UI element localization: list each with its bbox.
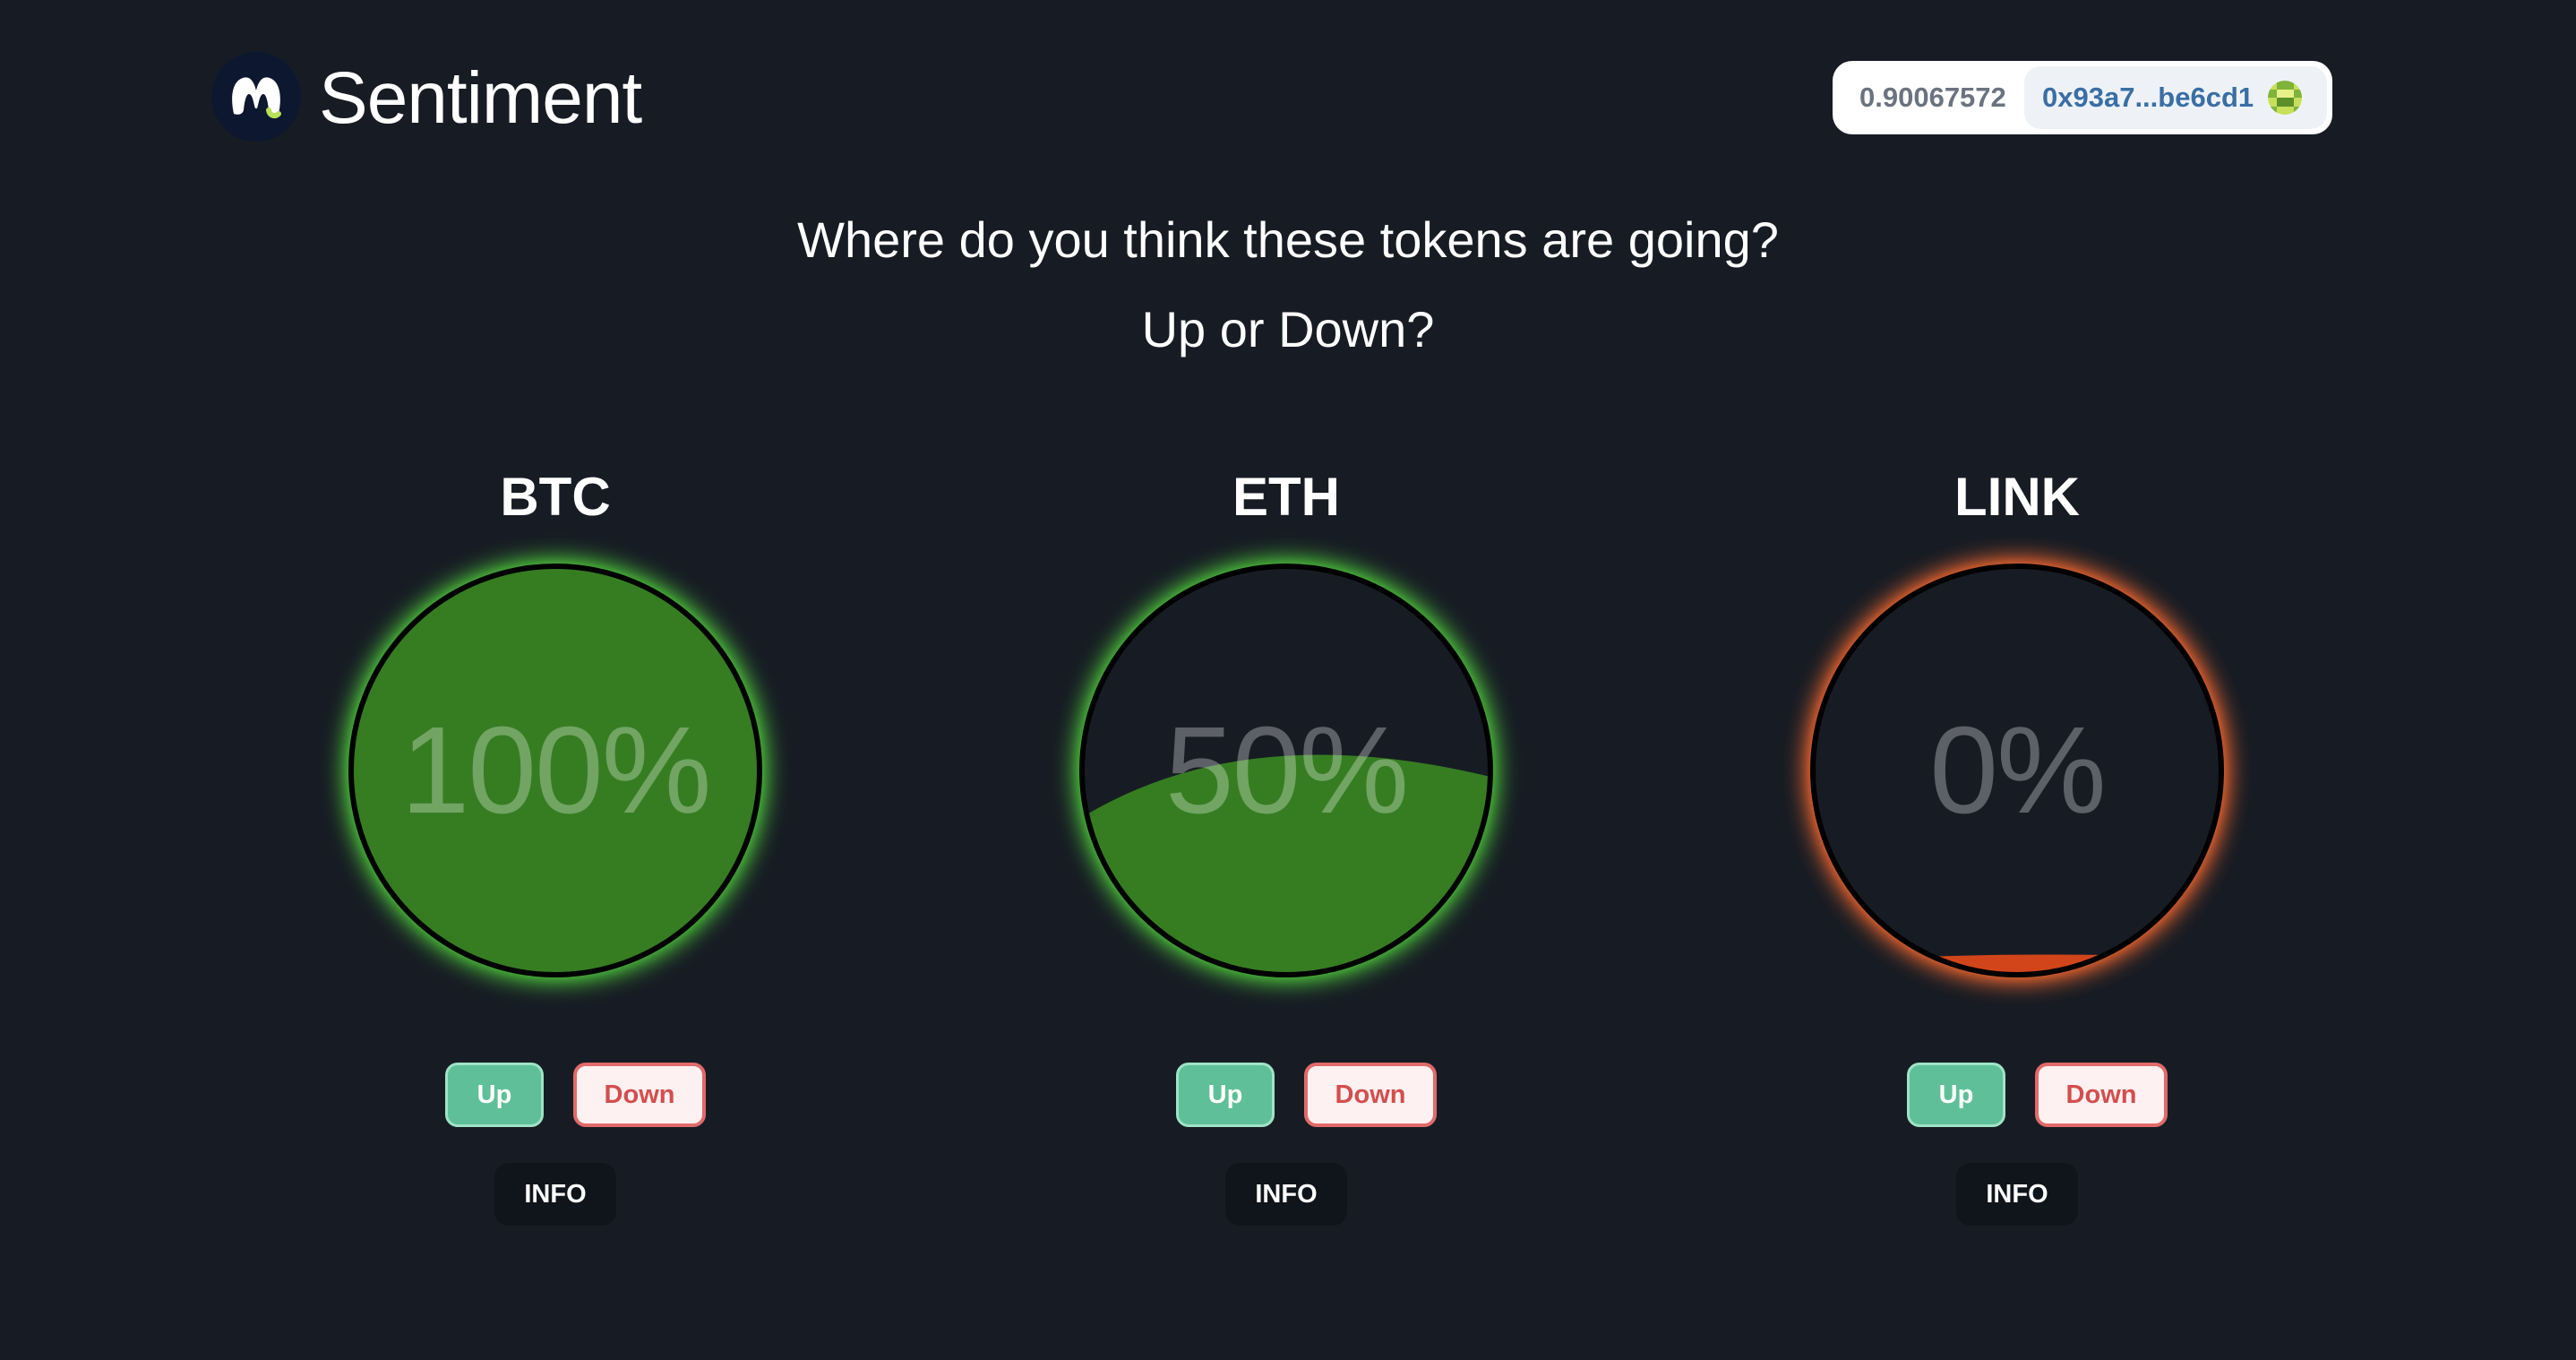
page-subheadline: Up or Down? — [1141, 301, 1435, 357]
info-button[interactable]: INFO — [1225, 1163, 1347, 1226]
header: Sentiment 0.90067572 0x93a7...be6cd1 — [0, 0, 2576, 197]
gauge-fill — [352, 567, 759, 974]
gauge-svg — [348, 564, 762, 977]
token-card-btc: BTC 100% Up Down INFO — [287, 457, 824, 1263]
info-button[interactable]: INFO — [1956, 1163, 2078, 1226]
wallet-balance: 0.90067572 — [1859, 82, 2006, 113]
brand-name: Sentiment — [319, 57, 642, 139]
wallet-avatar-icon — [2268, 81, 2303, 115]
gauge-svg — [1079, 564, 1493, 977]
token-card-link: LINK 0% Up Down INFO — [1748, 457, 2286, 1263]
token-symbol: ETH — [1232, 467, 1340, 527]
token-card-eth: ETH 50% Up Down INFO — [1018, 457, 1555, 1263]
sentiment-gauge — [345, 560, 766, 981]
logo-m-icon — [232, 77, 281, 119]
up-vote-button[interactable]: Up — [1176, 1063, 1275, 1127]
down-vote-button[interactable]: Down — [573, 1063, 706, 1127]
info-button[interactable]: INFO — [494, 1163, 616, 1226]
sentiment-gauge — [1807, 560, 2228, 981]
logo[interactable] — [211, 52, 301, 142]
down-vote-button[interactable]: Down — [2035, 1063, 2168, 1127]
wallet-address: 0x93a7...be6cd1 — [2042, 82, 2254, 113]
up-vote-button[interactable]: Up — [1907, 1063, 2005, 1127]
account-widget[interactable]: 0.90067572 0x93a7...be6cd1 — [1833, 61, 2332, 134]
down-vote-button[interactable]: Down — [1304, 1063, 1437, 1127]
wallet-address-button[interactable]: 0x93a7...be6cd1 — [2024, 66, 2327, 129]
sentiment-gauge — [1076, 560, 1497, 981]
page-headline: Where do you think these tokens are goin… — [797, 211, 1779, 268]
gauge-svg — [1810, 564, 2224, 977]
up-vote-button[interactable]: Up — [445, 1063, 544, 1127]
token-symbol: LINK — [1954, 467, 2080, 527]
token-symbol: BTC — [500, 467, 611, 527]
